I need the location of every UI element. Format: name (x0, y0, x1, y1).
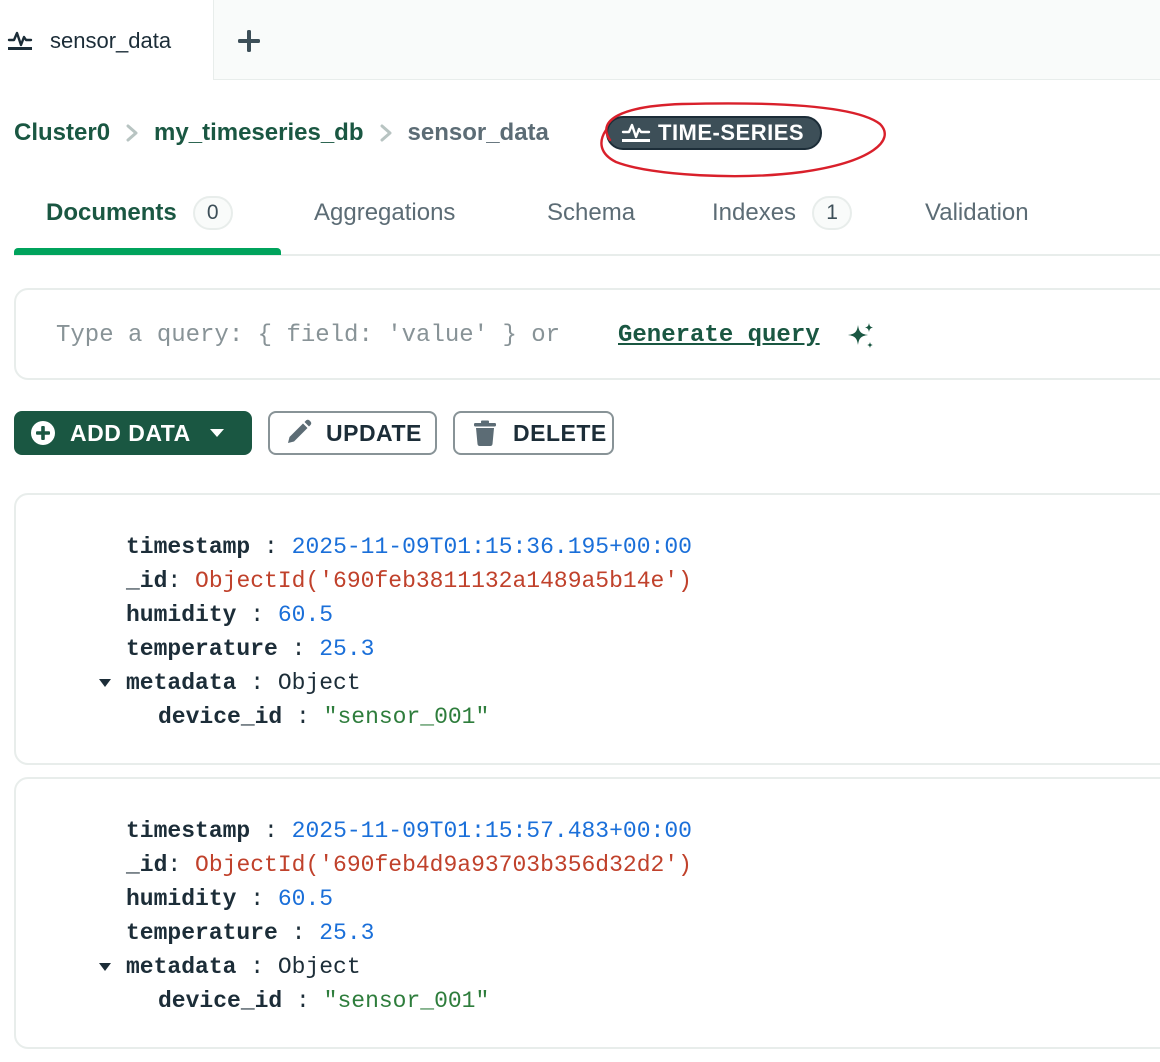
update-button[interactable]: UPDATE (268, 411, 437, 455)
field-row: metadata : Object (126, 954, 361, 980)
field-value: 60.5 (277, 602, 334, 628)
field-key: temperature (126, 920, 278, 946)
timeseries-icon (7, 31, 33, 50)
generate-query-link[interactable]: Generate query (618, 322, 820, 349)
field-row: _id: ObjectId('690feb3811132a1489a5b14e'… (126, 568, 692, 594)
field-key: _id (126, 568, 168, 594)
content-tabs: Documents 0 Aggregations Schema Indexes … (14, 184, 1160, 256)
tab-schema[interactable]: Schema (547, 196, 635, 230)
breadcrumb-collection: sensor_data (407, 119, 549, 146)
field-row: timestamp : 2025-11-09T01:15:57.483+00:0… (126, 818, 692, 844)
field-value: 25.3 (319, 636, 375, 662)
tab-validation[interactable]: Validation (925, 196, 1029, 230)
chevron-right-icon (380, 124, 391, 142)
field-value: 25.3 (319, 920, 375, 946)
breadcrumb: Cluster0 my_timeseries_db sensor_data (14, 114, 549, 152)
field-key: metadata (126, 954, 237, 980)
field-row: humidity : 60.5 (126, 886, 334, 912)
document-card[interactable]: timestamp : 2025-11-09T01:15:57.483+00:0… (14, 777, 1160, 1049)
field-row: device_id : "sensor_001" (158, 988, 490, 1014)
tab-validation-label: Validation (925, 199, 1029, 226)
tab-documents-label: Documents (46, 199, 177, 226)
breadcrumb-cluster[interactable]: Cluster0 (14, 119, 110, 147)
query-bar[interactable]: Type a query: { field: 'value' } or Gene… (14, 288, 1160, 380)
tab-label: sensor_data (50, 28, 172, 53)
document-card[interactable]: timestamp : 2025-11-09T01:15:36.195+00:0… (14, 493, 1160, 765)
field-row: humidity : 60.5 (126, 602, 334, 628)
field-value: 2025-11-09T01:15:36.195+00:00 (291, 534, 692, 560)
field-row: device_id : "sensor_001" (158, 704, 490, 730)
field-key: humidity (126, 602, 237, 628)
chevron-right-icon (126, 124, 138, 142)
field-key: timestamp (126, 534, 251, 560)
field-key: device_id (158, 704, 283, 730)
field-row: timestamp : 2025-11-09T01:15:36.195+00:0… (126, 534, 692, 560)
trash-icon (474, 420, 496, 446)
field-key: temperature (126, 636, 278, 662)
breadcrumb-database[interactable]: my_timeseries_db (154, 119, 363, 147)
query-placeholder: Type a query: { field: 'value' } or (56, 322, 575, 349)
field-value: ObjectId('690feb3811132a1489a5b14e') (195, 568, 692, 594)
update-label: UPDATE (326, 419, 422, 446)
field-key: metadata (126, 670, 237, 696)
indexes-count-badge: 1 (812, 196, 853, 230)
expand-caret-icon[interactable] (98, 678, 112, 688)
field-key: _id (126, 852, 168, 878)
field-value: "sensor_001" (323, 704, 490, 730)
field-key: device_id (158, 988, 283, 1014)
new-tab-plus-icon[interactable] (232, 24, 266, 58)
field-key: humidity (126, 886, 237, 912)
delete-label: DELETE (513, 419, 607, 446)
field-row: temperature : 25.3 (126, 636, 375, 662)
field-row: metadata : Object (126, 670, 361, 696)
active-tab-indicator (14, 248, 281, 255)
collection-tab[interactable]: sensor_data (0, 0, 214, 80)
tab-aggregations[interactable]: Aggregations (314, 196, 455, 230)
field-row: temperature : 25.3 (126, 920, 375, 946)
add-data-label: ADD DATA (70, 419, 191, 446)
field-value: 2025-11-09T01:15:57.483+00:00 (291, 818, 692, 844)
field-value: "sensor_001" (323, 988, 490, 1014)
tab-strip: sensor_data (0, 0, 1160, 80)
add-data-button[interactable]: ADD DATA (14, 411, 252, 455)
field-row: _id: ObjectId('690feb4d9a93703b356d32d2'… (126, 852, 692, 878)
pencil-icon (288, 419, 312, 443)
field-key: timestamp (126, 818, 251, 844)
tab-indexes[interactable]: Indexes 1 (712, 196, 853, 230)
timeseries-icon (621, 123, 651, 142)
field-value: ObjectId('690feb4d9a93703b356d32d2') (195, 852, 692, 878)
chevron-down-icon[interactable] (209, 427, 225, 439)
expand-caret-icon[interactable] (98, 962, 112, 972)
badge-label: TIME-SERIES (658, 120, 805, 145)
delete-button[interactable]: DELETE (453, 411, 614, 455)
documents-count-badge: 0 (192, 196, 233, 230)
time-series-badge: TIME-SERIES (606, 116, 822, 150)
plus-circle-icon (31, 421, 55, 445)
field-value: Object (277, 954, 361, 980)
tab-aggregations-label: Aggregations (314, 199, 456, 226)
field-value: Object (277, 670, 361, 696)
tab-documents[interactable]: Documents 0 (46, 196, 233, 230)
sparkle-icon[interactable] (846, 322, 876, 352)
field-value: 60.5 (277, 886, 334, 912)
tab-indexes-label: Indexes (712, 199, 797, 226)
tab-schema-label: Schema (547, 199, 636, 226)
